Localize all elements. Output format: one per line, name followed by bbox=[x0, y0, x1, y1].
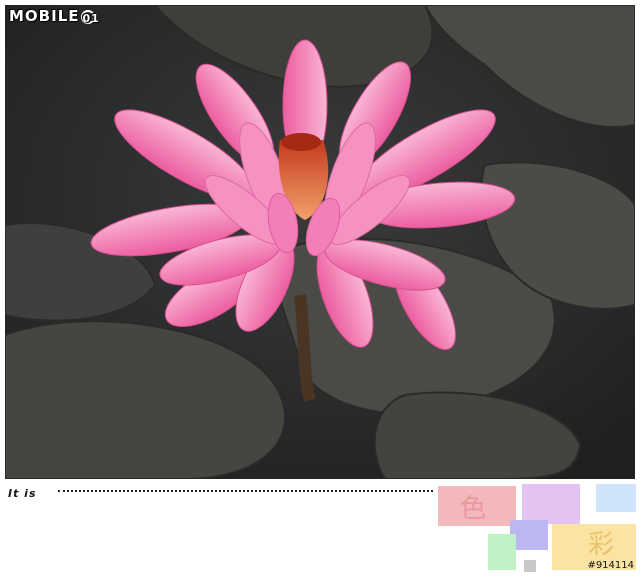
graphic-char-color: 色 bbox=[460, 494, 487, 524]
dotted-leader bbox=[58, 490, 433, 492]
caption-text: It is bbox=[8, 487, 37, 500]
graphic-char-brilliant: 彩 bbox=[588, 530, 615, 560]
lotus-photo: MOBILE 01 bbox=[5, 5, 635, 479]
post-id: #914114 bbox=[587, 560, 634, 571]
mobile01-watermark: MOBILE 01 bbox=[9, 7, 100, 25]
lavender-square bbox=[522, 484, 580, 524]
green-square bbox=[488, 534, 516, 570]
gray-square bbox=[524, 560, 536, 572]
watermark-suffix: 01 bbox=[80, 10, 100, 25]
lotus-photo-graphic bbox=[5, 5, 635, 479]
caption-row: It is bbox=[8, 482, 433, 500]
lightblue-square bbox=[596, 484, 636, 512]
color-graphic: 色 彩 #914114 bbox=[438, 484, 638, 574]
watermark-brand: MOBILE bbox=[9, 7, 80, 25]
